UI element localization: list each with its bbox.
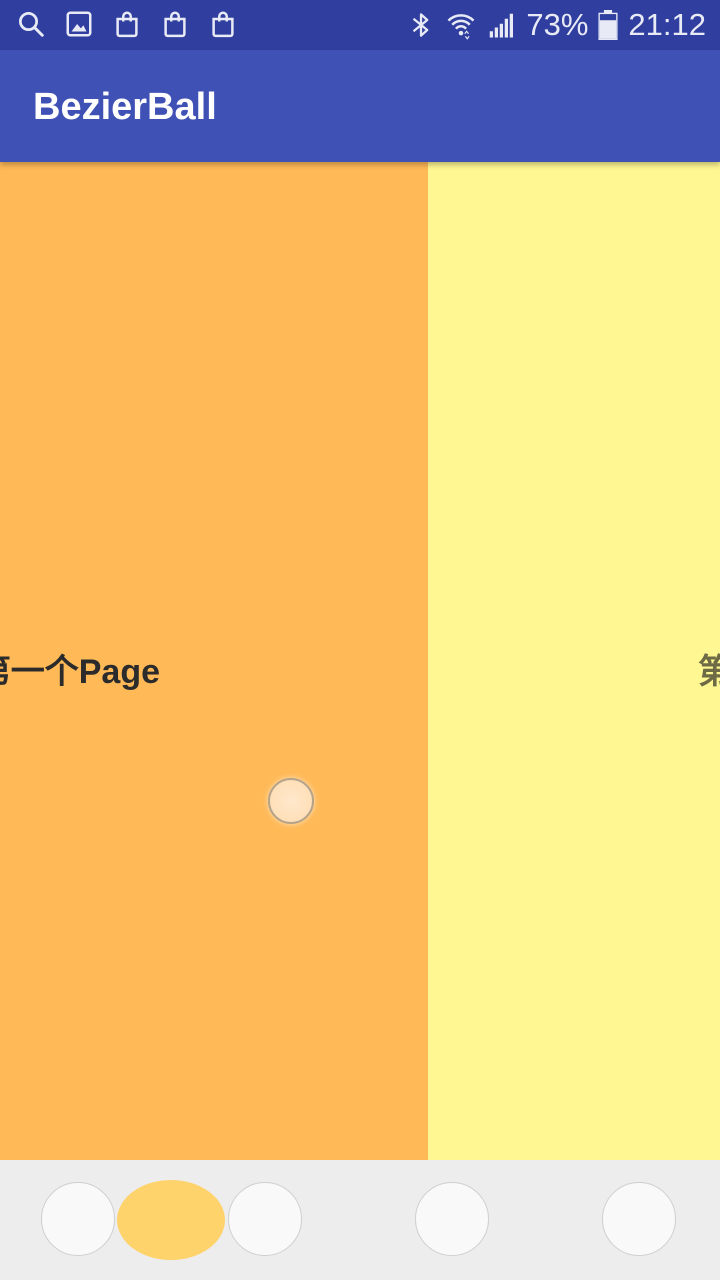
- indicator-dot-1[interactable]: [41, 1182, 115, 1256]
- indicator-dot-3[interactable]: [415, 1182, 489, 1256]
- indicator-dot-2[interactable]: [228, 1182, 302, 1256]
- page-2-label: 第: [698, 653, 720, 691]
- view-pager[interactable]: 第一个Page 第: [0, 162, 720, 1160]
- page-1-label: 第一个Page: [0, 653, 160, 691]
- signal-icon: [490, 13, 514, 38]
- battery-icon: [598, 10, 618, 40]
- page-ball: [268, 778, 314, 824]
- shopping-bag-icon: [212, 11, 234, 38]
- gallery-icon: [66, 11, 92, 37]
- page-1[interactable]: 第一个Page: [0, 162, 428, 1160]
- bezier-ball-blob: [117, 1180, 225, 1260]
- system-status: 73% 21:12: [406, 0, 706, 50]
- app-title: BezierBall: [33, 86, 217, 128]
- shopping-bag-icon: [116, 11, 138, 38]
- search-icon: [19, 12, 44, 37]
- wifi-icon: [447, 14, 475, 40]
- clock: 21:12: [628, 7, 706, 42]
- indicator-dot-4[interactable]: [602, 1182, 676, 1256]
- shopping-bag-icon: [164, 11, 186, 38]
- bezier-ball-indicator[interactable]: [0, 1160, 720, 1280]
- notification-icons: [16, 9, 238, 39]
- page-2[interactable]: 第: [428, 162, 720, 1160]
- bluetooth-icon: [413, 13, 429, 37]
- battery-percent: 73%: [526, 7, 589, 42]
- status-bar: 73% 21:12: [0, 0, 720, 50]
- app-toolbar: BezierBall: [0, 50, 720, 162]
